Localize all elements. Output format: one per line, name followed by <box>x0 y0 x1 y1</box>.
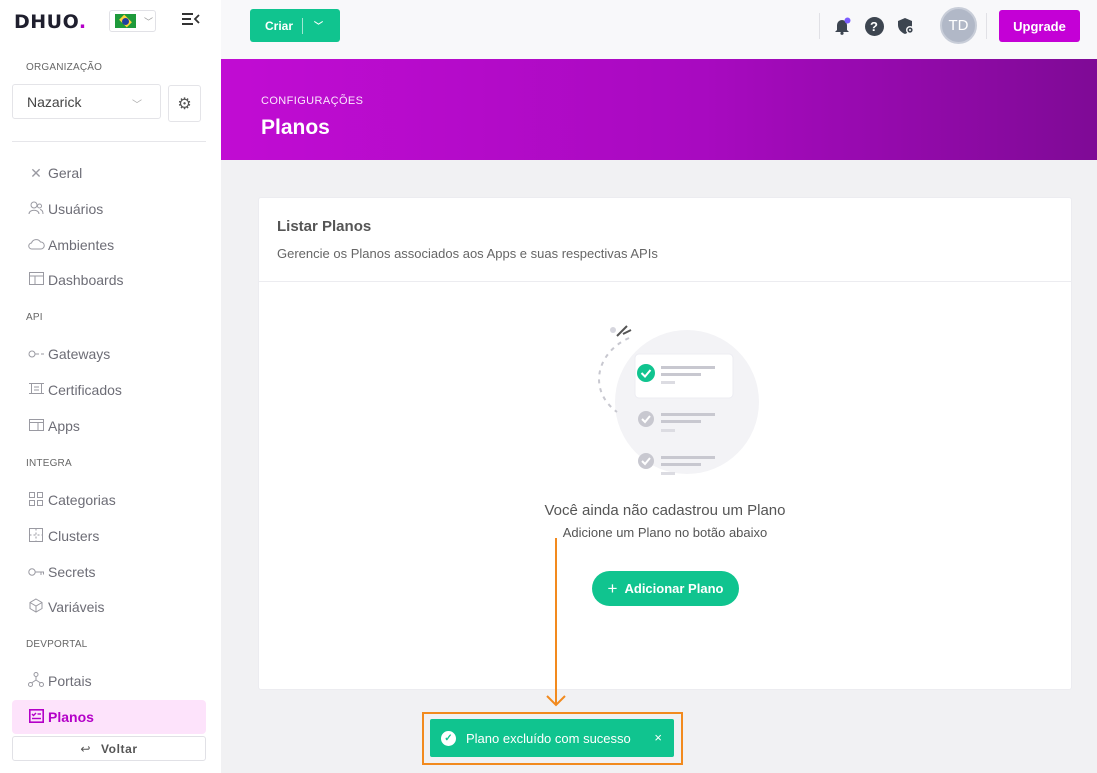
users-icon <box>27 201 45 218</box>
help-icon[interactable]: ? <box>864 16 884 36</box>
organization-select[interactable]: Nazarick ﹀ <box>12 84 161 119</box>
sidebar-item-geral[interactable]: ✕ Geral <box>12 156 206 190</box>
shield-settings-icon[interactable] <box>896 16 916 36</box>
chevron-down-icon: ﹀ <box>132 100 142 111</box>
sidebar-item-portais[interactable]: Portais <box>12 664 206 698</box>
sidebar-item-planos[interactable]: Planos <box>12 700 206 734</box>
gateway-icon <box>27 346 45 362</box>
close-icon[interactable]: × <box>654 730 662 745</box>
empty-state-title: Você ainda não cadastrou um Plano <box>544 502 786 519</box>
categories-icon <box>27 491 45 509</box>
org-section-label: ORGANIZAÇÃO <box>26 62 103 73</box>
portal-icon <box>27 672 45 690</box>
button-separator <box>302 17 304 34</box>
sidebar-item-label: Planos <box>48 709 94 725</box>
avatar[interactable]: TD <box>940 7 977 44</box>
back-button[interactable]: ↩ Voltar <box>12 736 206 761</box>
collapse-menu-icon[interactable] <box>182 12 200 28</box>
sidebar-item-ambientes[interactable]: Ambientes <box>12 228 206 262</box>
card-header: Listar Planos Gerencie os Planos associa… <box>259 198 1071 282</box>
sidebar-item-label: Portais <box>48 673 92 689</box>
back-label: Voltar <box>100 741 138 756</box>
org-settings-button[interactable]: ⚙ <box>168 85 201 122</box>
section-label-integra: INTEGRA <box>26 458 72 469</box>
avatar-initials: TD <box>948 17 969 34</box>
clusters-icon <box>27 527 45 545</box>
create-label: Criar <box>265 18 294 33</box>
success-toast: ✓ Plano excluído com sucesso × <box>430 719 674 757</box>
language-select[interactable]: ﹀ <box>109 10 156 32</box>
add-plan-label: Adicionar Plano <box>624 581 724 596</box>
upgrade-label: Upgrade <box>1013 18 1066 34</box>
sidebar-item-label: Geral <box>48 165 83 181</box>
brazil-flag-icon <box>115 14 136 28</box>
sidebar-item-apps[interactable]: Apps <box>12 409 206 443</box>
page-header-banner: CONFIGURAÇÕES Planos <box>221 59 1097 160</box>
cloud-icon <box>27 237 45 253</box>
section-label-devportal: DEVPORTAL <box>26 639 88 650</box>
sidebar-item-label: Dashboards <box>48 272 124 288</box>
logo-dot: . <box>78 11 87 33</box>
add-plan-button[interactable]: + Adicionar Plano <box>592 571 739 606</box>
apps-icon <box>27 418 45 434</box>
sidebar-item-label: Ambientes <box>48 237 115 253</box>
sidebar-item-label: Variáveis <box>48 599 105 615</box>
logo[interactable]: DHUO. <box>14 8 87 36</box>
sidebar-item-clusters[interactable]: Clusters <box>12 519 206 553</box>
annotation-arrow <box>545 538 567 710</box>
sidebar-item-variaveis[interactable]: Variáveis <box>12 590 206 624</box>
toast-message: Plano excluído com sucesso <box>466 730 631 746</box>
sidebar-item-categorias[interactable]: Categorias <box>12 483 206 517</box>
tools-icon: ✕ <box>30 164 42 181</box>
empty-state-subtitle: Adicione um Plano no botão abaixo <box>562 525 768 540</box>
card-title: Listar Planos <box>277 218 372 235</box>
breadcrumb: CONFIGURAÇÕES <box>261 95 364 107</box>
gear-icon: ⚙ <box>177 95 192 113</box>
sidebar-item-label: Usuários <box>48 201 104 217</box>
dashboard-icon <box>27 272 45 288</box>
sidebar-item-gateways[interactable]: Gateways <box>12 337 206 371</box>
key-icon <box>27 564 45 580</box>
plans-icon <box>27 708 45 726</box>
sidebar-item-label: Apps <box>48 418 80 434</box>
divider <box>819 13 820 39</box>
divider <box>986 13 987 39</box>
logo-text: DHUO <box>14 11 79 33</box>
top-bar: Criar ﹀ ? TD Upgrade <box>221 0 1097 59</box>
sidebar-item-certificados[interactable]: Certificados <box>12 373 206 407</box>
sidebar: DHUO. ﹀ ORGANIZAÇÃO Nazarick ﹀ ⚙ ✕ Geral … <box>0 0 221 773</box>
organization-value: Nazarick <box>27 94 82 110</box>
sidebar-item-secrets[interactable]: Secrets <box>12 555 206 589</box>
notifications-bell-icon[interactable] <box>832 16 852 36</box>
sidebar-item-label: Categorias <box>48 492 116 508</box>
sidebar-item-label: Secrets <box>48 564 96 580</box>
check-circle-icon: ✓ <box>441 730 456 746</box>
chevron-down-icon[interactable]: ﹀ <box>314 19 323 32</box>
sidebar-item-dashboards[interactable]: Dashboards <box>12 263 206 297</box>
divider <box>12 141 206 142</box>
sidebar-item-label: Gateways <box>48 346 111 362</box>
upgrade-button[interactable]: Upgrade <box>999 10 1080 42</box>
variables-icon <box>27 598 45 616</box>
page-title: Planos <box>261 116 330 139</box>
plus-icon: + <box>607 578 618 598</box>
certificate-icon <box>27 381 45 399</box>
sidebar-item-usuarios[interactable]: Usuários <box>12 192 206 226</box>
sidebar-item-label: Clusters <box>48 528 100 544</box>
return-arrow-icon: ↩ <box>80 741 91 756</box>
plans-card: Listar Planos Gerencie os Planos associa… <box>258 197 1072 690</box>
section-label-api: API <box>26 312 43 323</box>
create-button[interactable]: Criar ﹀ <box>250 9 340 42</box>
empty-state-illustration <box>577 320 767 480</box>
card-subtitle: Gerencie os Planos associados aos Apps e… <box>277 246 658 261</box>
chevron-down-icon: ﹀ <box>144 16 154 27</box>
sidebar-item-label: Certificados <box>48 382 122 398</box>
